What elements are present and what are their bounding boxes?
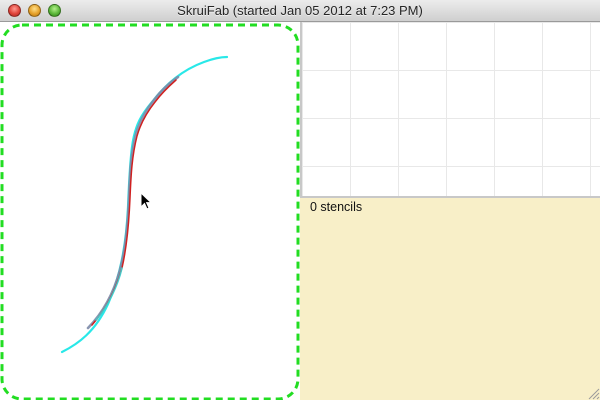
app-window: SkruiFab (started Jan 05 2012 at 7:23 PM… [0, 0, 600, 400]
raw-stroke [91, 79, 177, 326]
stencil-count-label: 0 stencils [310, 200, 363, 214]
stencil-grid[interactable] [300, 22, 600, 198]
resize-grip-icon[interactable] [586, 386, 600, 400]
mouse-pointer-icon [140, 192, 153, 210]
stencil-panel: 0 stencils [300, 22, 600, 400]
window-title: SkruiFab (started Jan 05 2012 at 7:23 PM… [177, 3, 423, 18]
stroke-outline [86, 75, 180, 330]
sketch-selection-border [0, 23, 300, 400]
title-bar[interactable]: SkruiFab (started Jan 05 2012 at 7:23 PM… [0, 0, 600, 22]
